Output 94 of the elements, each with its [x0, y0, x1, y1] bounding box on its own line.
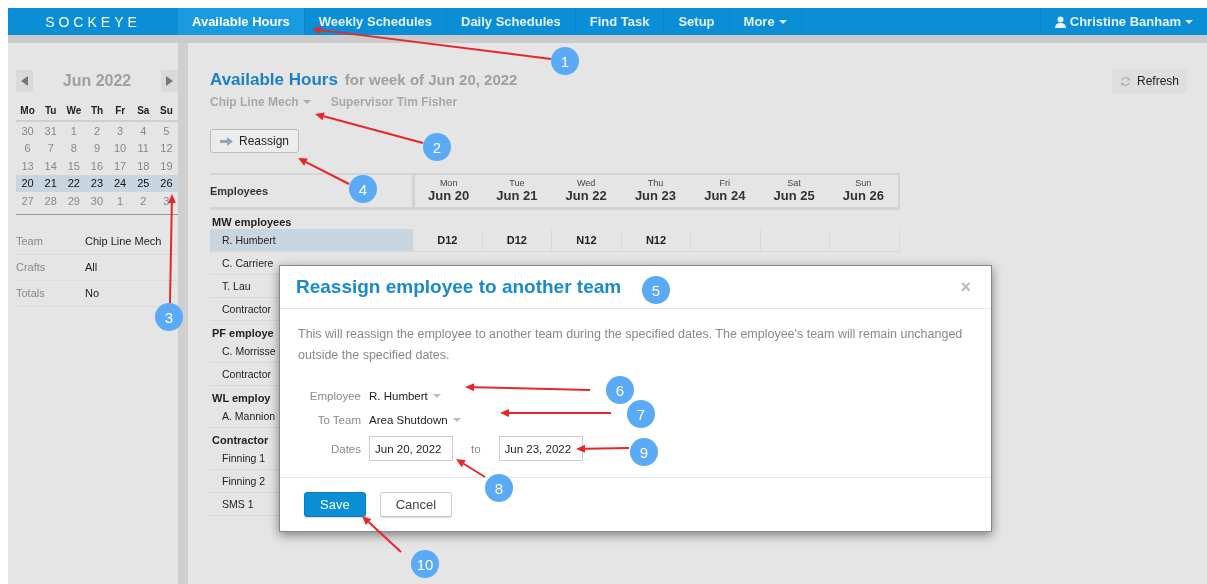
arrow-right-icon [220, 136, 233, 146]
day-column-header: Tue Jun 21 [495, 176, 539, 205]
calendar-day[interactable]: 5 [154, 124, 178, 137]
filter-label: Crafts [16, 261, 47, 273]
day-column-header: Sat Jun 25 [772, 176, 816, 205]
group-heading: PF employe [211, 326, 274, 340]
weekday-label: Tu [43, 104, 58, 116]
dropdown[interactable]: Area Shutdown [369, 414, 461, 426]
supervisor-label: Supervisor Tim Fisher [330, 95, 458, 109]
field-label: Dates [329, 442, 361, 455]
calendar-day[interactable]: 20 [16, 177, 40, 190]
calendar-day[interactable]: 7 [39, 142, 63, 155]
weekday-label: Su [159, 104, 174, 116]
calendar-day[interactable]: 25 [131, 177, 155, 190]
calendar-day[interactable]: 28 [39, 194, 63, 207]
calendar-day[interactable]: 19 [154, 159, 178, 172]
calendar-day[interactable]: 10 [108, 142, 132, 155]
logo: SOCKEYE [44, 12, 142, 32]
close-button[interactable]: × [960, 276, 971, 298]
date-field[interactable]: Jun 23, 2022 [498, 436, 583, 461]
primary-button[interactable]: Save [304, 492, 366, 517]
nav-tab[interactable]: Available Hours [178, 8, 305, 35]
calendar-day[interactable]: 29 [62, 194, 86, 207]
calendar-day[interactable]: 2 [131, 194, 155, 207]
secondary-button[interactable]: Cancel [379, 492, 453, 517]
calendar-day[interactable]: 26 [154, 177, 178, 190]
calendar-day[interactable]: 8 [62, 142, 86, 155]
field-label: To Team [316, 414, 361, 426]
week-subtitle: for week of Jun 20, 2022 [344, 71, 518, 88]
weekday-label: Sa [136, 104, 151, 116]
previous-month-button[interactable] [16, 70, 33, 92]
dialog-description: This will reassign the employee to another team during the specified dates. The employee's team will remain unchanged outside the specified dates. [298, 326, 964, 364]
shift-cell: N12 [552, 229, 622, 251]
group-heading: Contractor [211, 433, 269, 447]
dialog-title: Reassign employee to another team [296, 276, 622, 298]
calendar-day[interactable]: 6 [16, 142, 40, 155]
employee-cell[interactable]: R. Humbert [210, 229, 413, 251]
shift-cell: D12 [482, 229, 553, 251]
calendar-day[interactable]: 27 [16, 194, 40, 207]
calendar-day[interactable]: 23 [85, 177, 109, 190]
weekday-label: We [65, 104, 83, 116]
shift-cell: D12 [413, 229, 483, 251]
page-title: Available Hours [210, 70, 338, 90]
calendar-day[interactable]: 4 [131, 124, 155, 137]
filter-label: Team [16, 235, 44, 247]
refresh-icon [1119, 75, 1131, 87]
calendar-day[interactable]: 17 [108, 159, 132, 172]
weekday-label: Th [89, 104, 105, 116]
left-triangle-icon [21, 76, 28, 86]
calendar-day[interactable]: 30 [16, 124, 40, 137]
calendar-day[interactable]: 1 [108, 194, 132, 207]
calendar-day[interactable]: 30 [85, 194, 109, 207]
calendar-day[interactable]: 31 [39, 124, 63, 137]
calendar-day[interactable]: 21 [39, 177, 63, 190]
shift-cell: N12 [621, 229, 692, 251]
next-month-button[interactable] [161, 70, 178, 92]
calendar-day[interactable]: 22 [62, 177, 86, 190]
team-dropdown[interactable]: Chip Line Mech [210, 95, 311, 109]
calendar-day[interactable]: 3 [154, 194, 178, 207]
right-triangle-icon [166, 76, 173, 86]
filter-value[interactable]: No [85, 287, 100, 299]
day-column-header: Thu Jun 23 [633, 176, 678, 205]
calendar-day[interactable]: 14 [39, 159, 63, 172]
refresh-button[interactable]: Refresh [1111, 69, 1187, 93]
range-separator: to [471, 442, 481, 455]
calendar-day[interactable]: 16 [85, 159, 109, 172]
day-column-header: Fri Jun 24 [703, 176, 747, 205]
calendar-day[interactable]: 11 [131, 142, 155, 155]
group-heading: WL employ [211, 391, 271, 405]
calendar-day[interactable]: 3 [108, 124, 132, 137]
selected-week[interactable]: 20 21 22 23 24 25 26 [16, 174, 178, 192]
day-column-header: Mon Jun 20 [413, 175, 483, 207]
calendar-month: Jun 2022 [62, 72, 132, 90]
calendar-day[interactable]: 1 [62, 124, 86, 137]
filter-value[interactable]: All [85, 261, 98, 273]
reassign-button[interactable]: Reassign [210, 129, 300, 153]
filter-label: Totals [16, 287, 46, 299]
weekday-label: Fr [114, 104, 127, 116]
calendar-day[interactable]: 9 [85, 142, 109, 155]
weekday-label: Mo [19, 104, 36, 116]
calendar-day[interactable]: 24 [108, 177, 132, 190]
calendar-day[interactable]: 12 [154, 142, 178, 155]
day-column-header: Wed Jun 22 [564, 176, 608, 205]
group-heading: MW employees [211, 215, 292, 229]
user-icon [1054, 15, 1066, 28]
field-label: Employee [308, 390, 361, 402]
calendar-day[interactable]: 13 [16, 159, 40, 172]
day-column-header: Sun Jun 26 [841, 176, 885, 205]
calendar-day[interactable]: 2 [85, 124, 109, 137]
date-field[interactable]: Jun 20, 2022 [369, 436, 453, 461]
dropdown[interactable]: R. Humbert [369, 390, 441, 402]
calendar-day[interactable]: 15 [62, 159, 86, 172]
filter-value[interactable]: Chip Line Mech [85, 235, 162, 247]
calendar-day[interactable]: 18 [131, 159, 155, 172]
